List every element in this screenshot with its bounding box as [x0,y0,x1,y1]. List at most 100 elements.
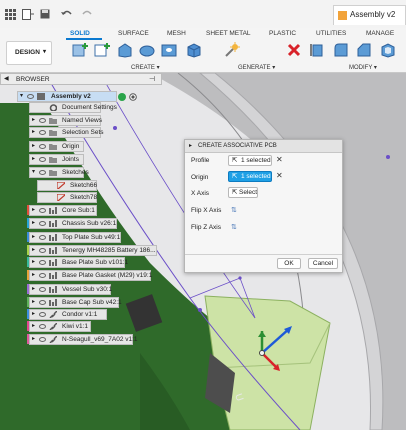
undo-icon[interactable] [60,9,74,19]
workspace-switcher-button[interactable]: DESIGN ▾ [6,41,52,65]
cancel-button[interactable]: Cancel [308,258,338,269]
extrude-icon[interactable] [117,42,133,58]
expand-chevron-icon[interactable]: ▸ [32,322,35,331]
revolve-icon[interactable] [139,42,155,58]
browser-item-document-settings[interactable]: Document Settings [29,102,117,113]
expand-chevron-icon[interactable]: ▸ [32,246,35,255]
expand-chevron-icon[interactable]: ▸ [32,206,35,215]
browser-item-selection-sets[interactable]: ▸ Selection Sets [29,127,104,138]
generative-design-icon[interactable] [224,42,240,58]
dialog-header[interactable]: ▸ CREATE ASSOCIATIVE PCB [185,140,342,153]
origin-selection-button[interactable]: ⇱ 1 selected [228,171,272,182]
browser-item-base-cap-sub-v42-1[interactable]: ▸ Base Cap Sub v42:1 [29,297,122,308]
flip-z-icon[interactable]: ⇅ [231,223,237,231]
browser-item-condor-v1-1[interactable]: ▸ Condor v1:1 [29,309,107,320]
pin-icon[interactable]: ⊣ [149,75,155,83]
radio-activate-icon[interactable] [129,93,137,101]
fillet-icon[interactable] [333,42,349,58]
expand-chevron-icon[interactable]: ▸ [32,155,35,164]
collapse-icon[interactable]: ◀ [4,75,9,82]
visibility-eye-icon[interactable] [39,300,46,305]
shell-icon[interactable] [380,42,396,58]
visibility-eye-icon[interactable] [39,273,46,278]
browser-item-top-plate-sub-v49-1[interactable]: ▸ Top Plate Sub v49:1 [29,232,121,243]
flip-x-icon[interactable]: ⇅ [231,206,237,214]
tab-manage[interactable]: MANAGE [366,30,394,37]
browser-item-chassis-sub-v26-1[interactable]: ▸ Chassis Sub v26:1 [29,218,117,229]
xaxis-selection-button[interactable]: ⇱ Select [228,187,258,198]
ok-button[interactable]: OK [277,258,301,269]
expand-chevron-icon[interactable]: ▸ [32,142,35,151]
expand-chevron-icon[interactable]: ▸ [32,271,35,280]
save-icon[interactable] [40,9,50,19]
visibility-eye-icon[interactable] [39,208,46,213]
browser-item-named-views[interactable]: ▸ Named Views [29,115,102,126]
browser-panel-header[interactable]: ◀ BROWSER ⊣ [0,73,162,85]
expand-chevron-icon[interactable]: ▾ [32,168,35,177]
clear-profile-icon[interactable]: ✕ [276,155,283,164]
collapse-icon[interactable]: ▸ [189,142,192,149]
visibility-eye-icon[interactable] [39,337,46,342]
browser-item-joints[interactable]: ▸ Joints [29,154,84,165]
visibility-eye-icon[interactable] [39,170,46,175]
tab-plastic[interactable]: PLASTIC [269,30,296,37]
create-sketch-icon[interactable] [94,42,110,58]
create-group-label[interactable]: CREATE ▾ [131,64,160,71]
tab-surface[interactable]: SURFACE [118,30,149,37]
visibility-eye-icon[interactable] [39,221,46,226]
visibility-eye-icon[interactable] [39,235,46,240]
tab-solid[interactable]: SOLID [70,30,90,37]
visibility-eye-icon[interactable] [39,260,46,265]
redo-icon[interactable] [80,9,94,19]
expand-chevron-icon[interactable]: ▸ [32,116,35,125]
profile-selection-button[interactable]: ⇱ 1 selected [228,155,272,166]
browser-item-base-plate-gasket-m29-v19-1[interactable]: ▸ Base Plate Gasket (M29) v19:1 [29,270,153,281]
expand-chevron-icon[interactable]: ▸ [32,285,35,294]
expand-chevron-icon[interactable]: ▸ [32,298,35,307]
press-pull-icon[interactable] [309,42,325,58]
browser-root-assembly[interactable]: ▾ Assembly v2 [17,91,137,102]
visibility-eye-icon[interactable] [27,94,34,99]
modify-group-label[interactable]: MODIFY ▾ [349,64,377,71]
browser-item-n-seagull-v69-7a02-v1-1[interactable]: ▸ N-Seagull_v69_7A02 v1:1 [29,334,138,345]
active-component-icon[interactable] [118,93,126,101]
document-tab[interactable]: Assembly v2 [333,5,406,25]
file-menu-icon[interactable] [22,9,34,20]
expand-chevron-icon[interactable]: ▸ [32,258,35,267]
browser-item-core-sub-1[interactable]: ▸ Core Sub:1 [29,205,97,216]
expand-chevron-icon[interactable]: ▸ [32,310,35,319]
visibility-eye-icon[interactable] [39,312,46,317]
browser-item-kiwi-v1-1[interactable]: ▸ Kiwi v1:1 [29,321,91,332]
browser-item-sketches[interactable]: ▾ Sketches [29,167,89,178]
tab-mesh[interactable]: MESH [167,30,186,37]
browser-item-sketch66[interactable]: Sketch66 [37,180,97,191]
expand-chevron-icon[interactable]: ▸ [32,128,35,137]
browser-item-sketch78[interactable]: Sketch78 [37,192,97,203]
visibility-eye-icon[interactable] [39,130,46,135]
tab-utilities[interactable]: UTILITIES [316,30,346,37]
generate-group-label[interactable]: GENERATE ▾ [238,64,275,71]
visibility-eye-icon[interactable] [39,157,46,162]
browser-item-vessel-sub-v30-1[interactable]: ▸ Vessel Sub v30:1 [29,284,112,295]
chamfer-icon[interactable] [356,42,372,58]
expand-chevron-icon[interactable]: ▸ [32,219,35,228]
visibility-eye-icon[interactable] [39,324,46,329]
delete-icon[interactable] [286,42,302,58]
tab-sheet-metal[interactable]: SHEET METAL [206,30,251,37]
expand-chevron-icon[interactable]: ▾ [20,92,23,101]
expand-chevron-icon[interactable]: ▸ [32,335,35,344]
browser-item-base-plate-sub-v101-1[interactable]: ▸ Base Plate Sub v101:1 [29,257,128,268]
visibility-eye-icon[interactable] [39,118,46,123]
visibility-eye-icon[interactable] [39,144,46,149]
browser-item-origin[interactable]: ▸ Origin [29,141,84,152]
expand-chevron-icon[interactable]: ▸ [32,233,35,242]
hole-icon[interactable] [161,42,177,58]
browser-item-label: Base Plate Gasket (M29) v19:1 [62,272,153,279]
browser-item-tenergy-mh48285-battery-186[interactable]: ▸ Tenergy MH48285 Battery 186... [29,245,157,256]
visibility-eye-icon[interactable] [39,287,46,292]
box-icon[interactable] [186,42,202,58]
new-component-icon[interactable] [72,42,88,58]
clear-origin-icon[interactable]: ✕ [276,171,283,180]
visibility-eye-icon[interactable] [39,248,46,253]
app-grid-icon[interactable] [5,9,16,20]
